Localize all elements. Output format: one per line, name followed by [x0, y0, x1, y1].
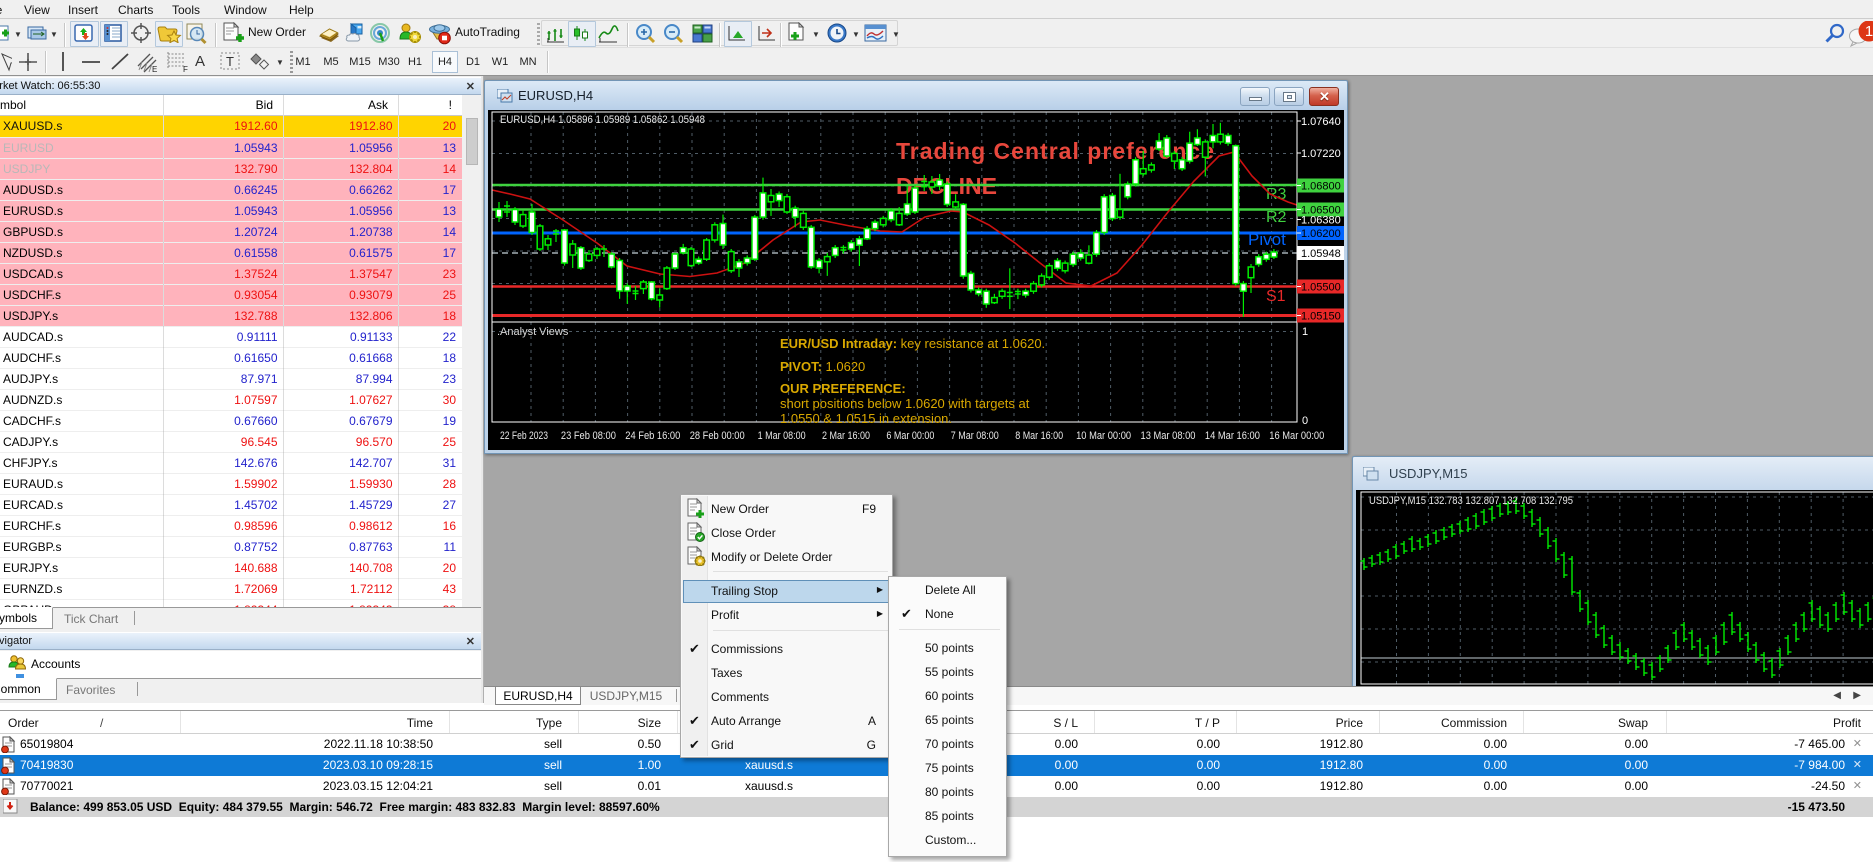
svg-text:1.05948: 1.05948	[1301, 248, 1341, 260]
svg-text:1.05500: 1.05500	[1301, 282, 1341, 294]
svg-text:OUR PREFERENCE:: OUR PREFERENCE:	[780, 381, 906, 396]
svg-text:1: 1	[1302, 326, 1308, 338]
svg-text:F: F	[183, 65, 188, 74]
svg-text:28 Feb 00:00: 28 Feb 00:00	[690, 430, 745, 442]
svg-text:16 Mar 00:00: 16 Mar 00:00	[1269, 430, 1324, 442]
svg-text:1 Mar 08:00: 1 Mar 08:00	[758, 430, 806, 442]
svg-text:USDJPY,M15 132.783 132.807 132: USDJPY,M15 132.783 132.807 132.708 132.7…	[1369, 495, 1573, 507]
svg-text:2 Mar 16:00: 2 Mar 16:00	[822, 430, 870, 442]
svg-text:22 Feb 2023: 22 Feb 2023	[500, 430, 548, 442]
svg-text:1.06380: 1.06380	[1301, 215, 1341, 227]
svg-text:6 Mar 00:00: 6 Mar 00:00	[886, 430, 934, 442]
svg-text:10 Mar 00:00: 10 Mar 00:00	[1076, 430, 1131, 442]
svg-text:8 Mar 16:00: 8 Mar 16:00	[1015, 430, 1063, 442]
svg-text:short positions below 1.0620 w: short positions below 1.0620 with target…	[780, 396, 1030, 411]
svg-text:.Analyst Views: .Analyst Views	[497, 326, 569, 338]
svg-text:1.06800: 1.06800	[1301, 181, 1341, 193]
svg-text:T: T	[226, 54, 234, 69]
svg-text:7 Mar 08:00: 7 Mar 08:00	[951, 430, 999, 442]
svg-text:13 Mar 08:00: 13 Mar 08:00	[1141, 430, 1196, 442]
svg-text:1.0550 & 1.0515 in extension.: 1.0550 & 1.0515 in extension.	[780, 411, 952, 426]
svg-text:E: E	[152, 65, 157, 74]
svg-text:1.05150: 1.05150	[1301, 311, 1341, 323]
svg-text:24 Feb 16:00: 24 Feb 16:00	[625, 430, 680, 442]
svg-text:14 Mar 16:00: 14 Mar 16:00	[1205, 430, 1260, 442]
svg-text:EUR/USD Intraday: key resista: EUR/USD Intraday: key resistance at 1.06…	[780, 336, 1045, 351]
svg-text:1.07220: 1.07220	[1301, 148, 1341, 160]
svg-text:R2: R2	[1266, 209, 1287, 226]
svg-text:PIVOT: 1.0620: PIVOT: 1.0620	[780, 359, 865, 374]
svg-text:EURUSD,H4 1.05896 1.05989 1.05: EURUSD,H4 1.05896 1.05989 1.05862 1.0594…	[500, 114, 705, 126]
svg-text:0: 0	[1302, 415, 1308, 427]
svg-text:1: 1	[1865, 23, 1873, 40]
svg-text:23 Feb 08:00: 23 Feb 08:00	[561, 430, 616, 442]
svg-text:1.06200: 1.06200	[1301, 228, 1341, 240]
svg-text:1.07640: 1.07640	[1301, 116, 1341, 128]
svg-text:S1: S1	[1266, 288, 1286, 305]
